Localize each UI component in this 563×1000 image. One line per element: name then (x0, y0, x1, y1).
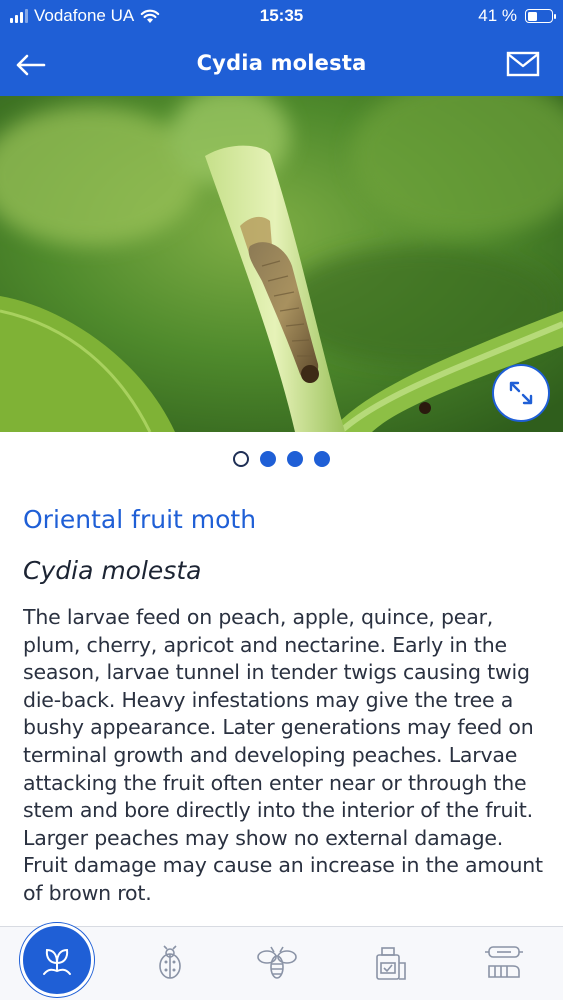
image-pagination (0, 451, 563, 467)
plant-hand-icon (43, 948, 71, 975)
page-title: Cydia molesta (196, 51, 367, 75)
expand-image-button[interactable] (492, 364, 550, 422)
protective-gear-icon (485, 946, 523, 978)
pagination-dot[interactable] (314, 451, 330, 467)
pesticide-bottle-icon (376, 947, 406, 980)
battery-percent: 41 % (478, 6, 517, 25)
pagination-dot[interactable] (260, 451, 276, 467)
status-bar: Vodafone UA 15:35 41 % (0, 0, 563, 33)
latin-name: Cydia molesta (23, 556, 202, 585)
battery-icon (525, 9, 556, 23)
tab-products[interactable] (361, 933, 421, 993)
common-name: Oriental fruit moth (23, 505, 257, 534)
bottom-tab-bar (0, 923, 563, 1000)
larva-on-twig-image (0, 96, 563, 432)
app-header: Cydia molesta (0, 33, 563, 96)
beetle-icon (159, 945, 181, 979)
battery-level (527, 11, 537, 21)
expand-arrows-icon (509, 381, 533, 405)
bee-icon (257, 946, 297, 979)
status-right: 41 % (478, 6, 556, 26)
tab-plants[interactable] (20, 923, 94, 997)
mail-button[interactable] (505, 49, 541, 79)
pest-description: The larvae feed on peach, apple, quince,… (23, 605, 543, 905)
tab-pests[interactable] (140, 933, 200, 993)
mail-icon (506, 51, 540, 77)
pagination-dot[interactable] (233, 451, 249, 467)
tab-insects[interactable] (247, 933, 307, 993)
pagination-dot[interactable] (287, 451, 303, 467)
pest-photo[interactable] (0, 96, 563, 432)
tab-protection[interactable] (474, 933, 534, 993)
